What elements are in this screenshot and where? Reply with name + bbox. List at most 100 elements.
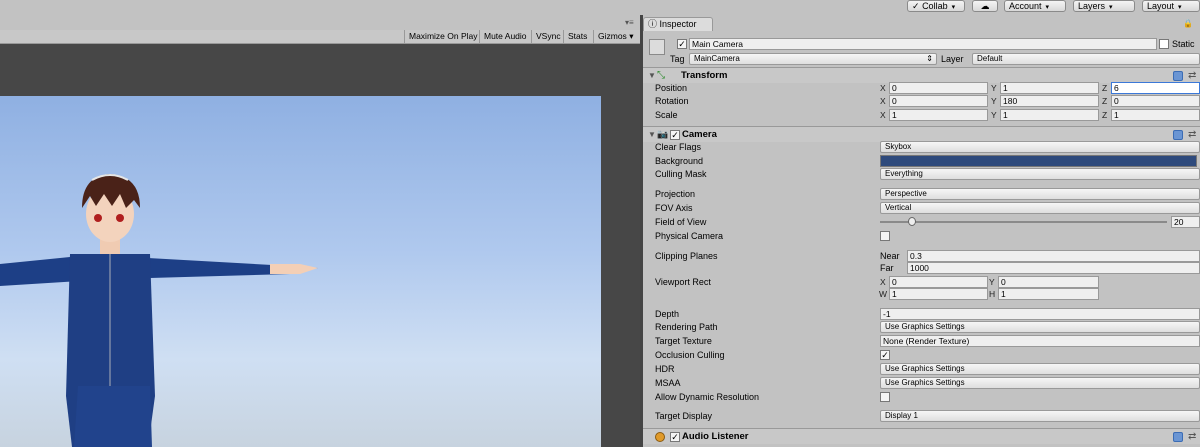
- rotation-x-field[interactable]: 0: [889, 95, 988, 107]
- far-field[interactable]: 1000: [907, 262, 1200, 274]
- info-icon: ⓘ: [648, 19, 658, 29]
- rendering-path-dropdown[interactable]: Use Graphics Settings: [880, 321, 1200, 333]
- viewport-y-field[interactable]: 0: [998, 276, 1099, 288]
- y-axis-label: Y: [991, 83, 997, 93]
- caret-down-icon: ▾: [629, 31, 634, 41]
- position-y-field[interactable]: 1: [1000, 82, 1099, 94]
- gizmos-label: Gizmos: [598, 31, 627, 41]
- camera-icon: 📷: [657, 129, 669, 139]
- account-dropdown[interactable]: Account ▾: [1004, 0, 1066, 12]
- camera-enabled-checkbox[interactable]: ✓: [670, 130, 680, 140]
- settings-icon[interactable]: ⇄: [1188, 130, 1196, 140]
- viewport-h-field[interactable]: 1: [998, 288, 1099, 300]
- culling-mask-dropdown[interactable]: Everything: [880, 168, 1200, 180]
- target-display-dropdown[interactable]: Display 1: [880, 410, 1200, 422]
- msaa-dropdown[interactable]: Use Graphics Settings: [880, 377, 1200, 389]
- scale-x-field[interactable]: 1: [889, 109, 988, 121]
- background-label: Background: [655, 156, 704, 166]
- occlusion-culling-label: Occlusion Culling: [655, 350, 725, 360]
- projection-label: Projection: [655, 189, 696, 199]
- game-viewport[interactable]: [0, 96, 601, 447]
- help-book-icon[interactable]: [1173, 432, 1183, 442]
- position-x-field[interactable]: 0: [889, 82, 988, 94]
- tag-label: Tag: [670, 54, 685, 64]
- layout-dropdown[interactable]: Layout ▾: [1142, 0, 1200, 12]
- hdr-dropdown[interactable]: Use Graphics Settings: [880, 363, 1200, 375]
- gizmos-dropdown[interactable]: Gizmos ▾: [593, 30, 640, 43]
- viewport-x-field[interactable]: 0: [889, 276, 988, 288]
- near-field[interactable]: 0.3: [907, 250, 1200, 262]
- target-texture-field[interactable]: None (Render Texture): [880, 335, 1200, 347]
- game-object-icon: [649, 39, 665, 55]
- settings-icon[interactable]: ⇄: [1188, 71, 1196, 81]
- collab-label: Collab: [922, 1, 948, 11]
- x-axis-label: X: [880, 277, 886, 287]
- audio-listener-header[interactable]: ✓ Audio Listener ⇄: [643, 428, 1200, 444]
- static-checkbox[interactable]: [1159, 39, 1169, 49]
- target-display-label: Target Display: [655, 411, 713, 421]
- cloud-button[interactable]: ☁: [972, 0, 998, 12]
- camera-header[interactable]: ▼ 📷 ✓ Camera ⇄: [643, 126, 1200, 142]
- position-z-field[interactable]: 6: [1111, 82, 1200, 94]
- layout-label: Layout: [1147, 1, 1175, 11]
- caret-down-icon: ▾: [1178, 4, 1182, 11]
- tab-inspector-label: Inspector: [659, 19, 697, 29]
- rotation-z-field[interactable]: 0: [1111, 95, 1200, 107]
- mute-audio-button[interactable]: Mute Audio: [479, 30, 531, 43]
- panel-menu-icon[interactable]: ▾≡: [625, 18, 634, 27]
- lock-icon[interactable]: 🔒: [1183, 19, 1193, 28]
- stats-button[interactable]: Stats: [563, 30, 591, 43]
- help-book-icon[interactable]: [1173, 71, 1183, 81]
- background-color-swatch[interactable]: [880, 155, 1197, 167]
- transform-header[interactable]: ▼ ⤡ Transform ⇄: [643, 67, 1200, 83]
- tab-inspector[interactable]: ⓘ Inspector: [643, 17, 713, 31]
- scale-label: Scale: [655, 110, 678, 120]
- transform-axes-icon: ⤡: [657, 70, 665, 81]
- fov-slider-thumb[interactable]: [907, 217, 916, 226]
- collab-button[interactable]: ✓ Collab ▾: [907, 0, 965, 12]
- scale-y-field[interactable]: 1: [1000, 109, 1099, 121]
- depth-field[interactable]: -1: [880, 308, 1200, 320]
- fov-axis-dropdown[interactable]: Vertical: [880, 202, 1200, 214]
- clipping-planes-label: Clipping Planes: [655, 251, 718, 261]
- game-view-toolbar: Maximize On Play Mute Audio VSync Stats …: [0, 30, 640, 44]
- account-label: Account: [1009, 1, 1042, 11]
- far-label: Far: [880, 263, 894, 273]
- object-name-field[interactable]: Main Camera: [689, 38, 1157, 50]
- caret-down-icon: ▾: [951, 4, 956, 11]
- fov-slider-track[interactable]: [880, 221, 1167, 223]
- fov-field[interactable]: 20: [1171, 216, 1200, 228]
- vsync-button[interactable]: VSync: [531, 30, 565, 43]
- scale-z-field[interactable]: 1: [1111, 109, 1200, 121]
- settings-icon[interactable]: ⇄: [1188, 432, 1196, 442]
- active-checkbox[interactable]: ✓: [677, 39, 687, 49]
- physical-camera-checkbox[interactable]: [880, 231, 890, 241]
- rotation-y-field[interactable]: 180: [1000, 95, 1099, 107]
- transform-title: Transform: [681, 70, 728, 81]
- msaa-label: MSAA: [655, 378, 681, 388]
- audio-listener-title: Audio Listener: [682, 431, 749, 442]
- help-book-icon[interactable]: [1173, 130, 1183, 140]
- target-texture-label: Target Texture: [655, 336, 712, 346]
- clear-flags-dropdown[interactable]: Skybox: [880, 141, 1200, 153]
- top-toolbar: ✓ Collab ▾ ☁ Account ▾ Layers ▾ Layout ▾: [0, 0, 1200, 15]
- layer-dropdown[interactable]: Default: [972, 53, 1200, 65]
- fov-axis-label: FOV Axis: [655, 203, 693, 213]
- tag-dropdown[interactable]: MainCamera ⇕: [689, 53, 937, 65]
- maximize-on-play-button[interactable]: Maximize On Play: [404, 30, 482, 43]
- cloud-icon: ☁: [980, 1, 990, 11]
- viewport-w-field[interactable]: 1: [889, 288, 988, 300]
- character-figure: [0, 174, 318, 447]
- projection-dropdown[interactable]: Perspective: [880, 188, 1200, 200]
- occlusion-culling-checkbox[interactable]: ✓: [880, 350, 890, 360]
- clear-flags-label: Clear Flags: [655, 142, 702, 152]
- physical-camera-label: Physical Camera: [655, 231, 724, 241]
- z-axis-label: Z: [1102, 83, 1108, 93]
- check-icon: ✓: [912, 1, 920, 11]
- audio-listener-enabled-checkbox[interactable]: ✓: [670, 432, 680, 442]
- layers-dropdown[interactable]: Layers ▾: [1073, 0, 1135, 12]
- updown-icon: ⇕: [926, 54, 933, 63]
- near-label: Near: [880, 251, 900, 261]
- dynamic-resolution-checkbox[interactable]: [880, 392, 890, 402]
- y-axis-label: Y: [991, 110, 997, 120]
